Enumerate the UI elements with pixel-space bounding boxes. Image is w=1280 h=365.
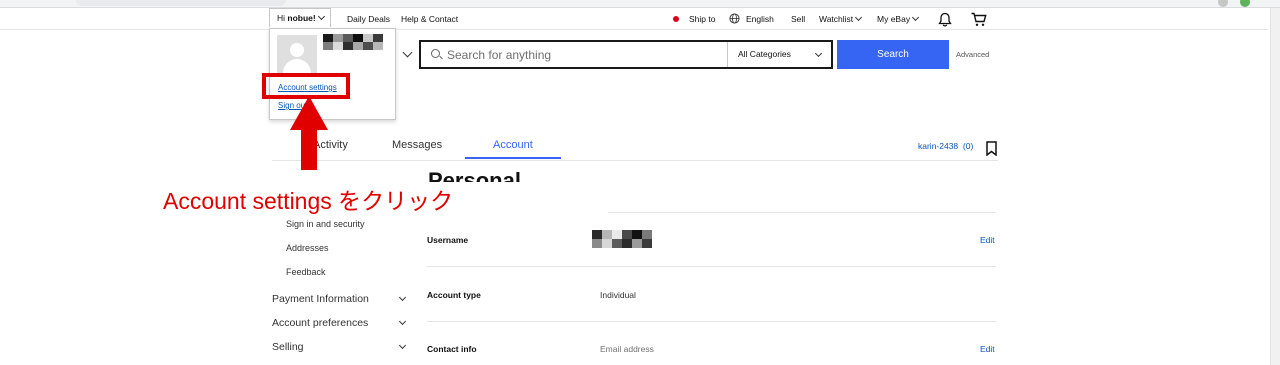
menu-item-feedback[interactable]: Feedback (286, 267, 326, 277)
chevron-down-icon (912, 13, 920, 22)
scrollbar[interactable] (1270, 8, 1280, 365)
avatar (277, 35, 317, 75)
bookmark-icon[interactable] (986, 141, 997, 156)
search-button[interactable]: Search (837, 40, 949, 69)
edit-contact-info-link[interactable]: Edit (980, 344, 995, 354)
top-divider (0, 29, 1268, 30)
category-select[interactable]: All Categories (727, 42, 831, 67)
language-button[interactable]: English (729, 11, 774, 27)
edit-username-link[interactable]: Edit (980, 235, 995, 245)
page-title: Personal Info (428, 168, 521, 182)
greeting-menu[interactable]: Hi nobue! (269, 8, 331, 27)
daily-deals-link[interactable]: Daily Deals (347, 11, 390, 27)
account-type-label: Account type (427, 290, 481, 300)
user-id-link[interactable]: karin-2438 (0) (918, 141, 973, 151)
username-value-redacted (592, 230, 652, 248)
email-address-label: Email address (600, 344, 654, 354)
menu-section-payment-information[interactable]: Payment Information (272, 293, 369, 305)
bell-icon[interactable] (938, 12, 952, 27)
chevron-down-icon[interactable] (398, 341, 407, 350)
tab-messages[interactable]: Messages (392, 139, 442, 151)
tabs-divider (272, 160, 998, 161)
cart-icon[interactable] (971, 12, 987, 27)
advanced-search-link[interactable]: Advanced (956, 50, 989, 59)
divider (427, 321, 996, 322)
globe-icon (729, 13, 740, 24)
chevron-down-icon[interactable] (398, 317, 407, 326)
tab-messages-label: Messages (392, 139, 443, 151)
username-redacted (323, 34, 383, 50)
menu-item-addresses[interactable]: Addresses (286, 243, 329, 253)
arrow-up-icon (290, 96, 328, 130)
contact-info-label: Contact info (427, 344, 477, 354)
menu-section-account-preferences[interactable]: Account preferences (272, 317, 368, 329)
divider (427, 266, 996, 267)
tab-activity[interactable]: Activity (313, 139, 348, 151)
help-contact-link[interactable]: Help & Contact (401, 11, 458, 27)
tab-account[interactable]: Account (493, 139, 533, 151)
flag-icon (673, 16, 679, 22)
arrow-shaft (301, 128, 317, 170)
search-icon (431, 49, 440, 58)
tab-activity-label: Activity (313, 139, 348, 151)
top-nav: Hi nobue! Daily Deals Help & Contact Shi… (0, 8, 1280, 29)
chevron-down-icon (317, 12, 325, 21)
chevron-down-icon (814, 49, 823, 58)
chevron-down-icon[interactable] (398, 293, 407, 302)
search-input[interactable] (447, 45, 727, 65)
watchlist-label: Watchlist (819, 14, 854, 24)
greeting-name: nobue! (287, 13, 316, 23)
feedback-count: (0) (962, 141, 974, 151)
watchlist-menu[interactable]: Watchlist (819, 11, 863, 27)
account-type-value: Individual (600, 290, 636, 300)
greeting-prefix: Hi (277, 13, 288, 23)
language-label: English (746, 14, 774, 24)
ship-to-label: Ship to (689, 14, 716, 24)
username-label: Username (427, 235, 469, 245)
my-ebay-label: My eBay (877, 14, 911, 24)
instruction-text: Account settings をクリック (163, 182, 460, 216)
chevron-down-icon (855, 13, 863, 22)
shop-by-category-chevron-icon[interactable] (402, 47, 413, 58)
tab-account-label: Account (493, 139, 533, 151)
address-bar[interactable] (76, 0, 286, 6)
menu-section-selling[interactable]: Selling (272, 341, 304, 353)
ship-to-button[interactable]: Ship to (673, 11, 715, 27)
active-tab-indicator (465, 157, 561, 159)
divider (608, 212, 996, 213)
profile-icon[interactable] (1240, 0, 1250, 7)
browser-chrome (0, 0, 1280, 8)
category-label: All Categories (738, 49, 791, 59)
my-ebay-menu[interactable]: My eBay (877, 11, 920, 27)
user-id: karin-2438 (918, 141, 959, 151)
menu-item-sign-in-security[interactable]: Sign in and security (286, 219, 365, 229)
browser-menu-icon[interactable] (1218, 0, 1228, 7)
sell-link[interactable]: Sell (791, 11, 805, 27)
search-bar: All Categories (419, 40, 833, 69)
